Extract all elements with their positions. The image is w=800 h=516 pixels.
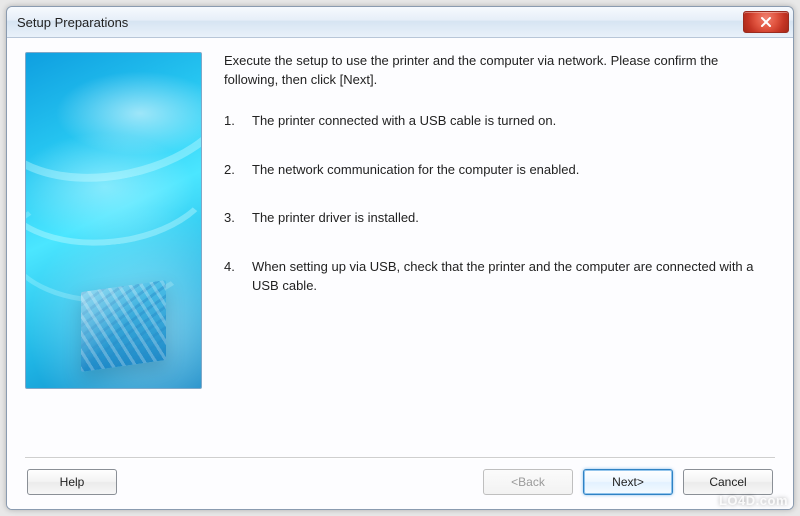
- step-number: 4.: [224, 258, 252, 296]
- step-item: 4. When setting up via USB, check that t…: [224, 258, 775, 296]
- cancel-button[interactable]: Cancel: [683, 469, 773, 495]
- next-button[interactable]: Next>: [583, 469, 673, 495]
- step-text: The printer driver is installed.: [252, 209, 775, 228]
- window-title: Setup Preparations: [17, 15, 743, 30]
- titlebar: Setup Preparations: [7, 7, 793, 38]
- step-item: 1. The printer connected with a USB cabl…: [224, 112, 775, 131]
- dialog-body: Execute the setup to use the printer and…: [7, 38, 793, 509]
- close-button[interactable]: [743, 11, 789, 33]
- close-icon: [760, 16, 772, 28]
- step-item: 3. The printer driver is installed.: [224, 209, 775, 228]
- step-number: 3.: [224, 209, 252, 228]
- step-list: 1. The printer connected with a USB cabl…: [224, 112, 775, 296]
- back-button[interactable]: <Back: [483, 469, 573, 495]
- intro-text: Execute the setup to use the printer and…: [224, 52, 775, 90]
- step-number: 2.: [224, 161, 252, 180]
- separator: [25, 457, 775, 459]
- step-text: The network communication for the comput…: [252, 161, 775, 180]
- setup-dialog: Setup Preparations Execute the setup to …: [6, 6, 794, 510]
- footer: Help <Back Next> Cancel: [25, 469, 775, 499]
- content-column: Execute the setup to use the printer and…: [224, 52, 775, 453]
- step-item: 2. The network communication for the com…: [224, 161, 775, 180]
- step-text: When setting up via USB, check that the …: [252, 258, 775, 296]
- step-number: 1.: [224, 112, 252, 131]
- help-button[interactable]: Help: [27, 469, 117, 495]
- wizard-graphic: [25, 52, 202, 389]
- step-text: The printer connected with a USB cable i…: [252, 112, 775, 131]
